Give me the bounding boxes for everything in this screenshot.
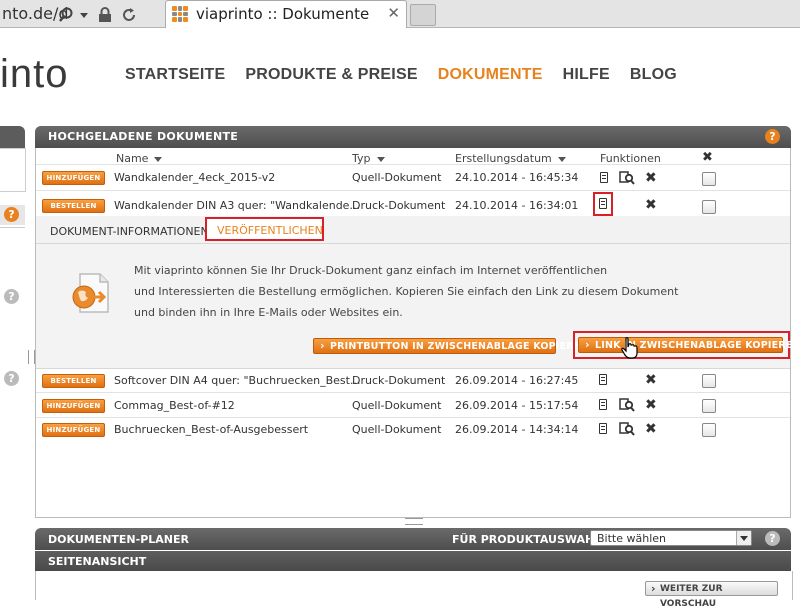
document-name[interactable]: Wandkalender_4eck_2015-v2 — [114, 171, 275, 184]
document-name[interactable]: Wandkalender DIN A3 quer: "Wandkalende..… — [114, 199, 360, 212]
document-date: 24.10.2014 - 16:34:01 — [455, 199, 579, 212]
sidebar-section: ? — [0, 205, 25, 225]
main-nav: STARTSEITE PRODUKTE & PREISE DOKUMENTE H… — [125, 66, 697, 86]
document-info-icon[interactable] — [599, 423, 607, 434]
continue-to-preview-button[interactable]: WEITER ZUR VORSCHAU — [645, 581, 778, 609]
sort-arrow-icon — [557, 156, 566, 162]
delete-icon[interactable]: ✖ — [645, 422, 657, 436]
nav-dokumente[interactable]: DOKUMENTE — [438, 66, 543, 86]
delete-all-icon[interactable]: ✖ — [702, 150, 713, 165]
tab-document-info[interactable]: DOKUMENT-INFORMATIONEN — [50, 225, 209, 238]
publish-description-line1: Mit viaprinto können Sie Ihr Druck-Dokum… — [134, 264, 608, 277]
dropdown-arrow-icon[interactable] — [79, 7, 89, 23]
publish-description-line3: und binden ihn in Ihre E-Mails oder Webs… — [134, 306, 403, 319]
product-select-value: Bitte wählen — [597, 532, 666, 545]
add-button[interactable]: HINZUFÜGEN — [42, 423, 105, 437]
order-button[interactable]: BESTELLEN — [42, 199, 105, 213]
sidebar-header — [0, 126, 25, 148]
delete-icon[interactable]: ✖ — [645, 171, 657, 185]
delete-icon[interactable]: ✖ — [645, 398, 657, 412]
chevron-down-icon — [736, 531, 751, 545]
document-type: Druck-Dokument — [352, 199, 446, 212]
help-icon-sidebar-1[interactable]: ? — [4, 289, 19, 304]
help-icon[interactable]: ? — [765, 129, 780, 144]
new-tab-button[interactable] — [410, 4, 436, 26]
hand-cursor-icon — [621, 337, 638, 359]
panel-title: HOCHGELADENE DOKUMENTE — [48, 130, 239, 143]
preview-search-icon[interactable] — [619, 398, 635, 412]
nav-produkte-preise[interactable]: PRODUKTE & PREISE — [245, 66, 417, 86]
panel-resize-handle[interactable] — [405, 518, 423, 525]
nav-hilfe[interactable]: HILFE — [563, 66, 610, 86]
help-icon[interactable]: ? — [765, 531, 780, 546]
order-button[interactable]: BESTELLEN — [42, 374, 105, 388]
document-type: Druck-Dokument — [352, 374, 446, 387]
document-date: 26.09.2014 - 16:27:45 — [455, 374, 579, 387]
publish-document-icon — [72, 273, 109, 313]
copy-link-button[interactable]: LINK IN ZWISCHENABLAGE KOPIEREN — [578, 337, 800, 353]
sort-arrow-icon — [154, 156, 163, 162]
document-date: 24.10.2014 - 16:45:34 — [455, 171, 579, 184]
preview-search-icon[interactable] — [619, 422, 635, 436]
row-checkbox[interactable] — [702, 399, 716, 413]
document-name[interactable]: Commag_Best-of-#12 — [114, 399, 235, 412]
favicon-icon — [172, 6, 188, 22]
document-type: Quell-Dokument — [352, 423, 442, 436]
row-checkbox[interactable] — [702, 172, 716, 186]
site-logo[interactable]: into — [0, 52, 69, 97]
search-icon[interactable] — [58, 7, 74, 23]
page-view-header — [35, 551, 791, 571]
add-button[interactable]: HINZUFÜGEN — [42, 171, 105, 185]
tab-publish[interactable]: VERÖFFENTLICHEN — [217, 224, 323, 237]
document-date: 26.09.2014 - 14:34:14 — [455, 423, 579, 436]
row-checkbox[interactable] — [702, 200, 716, 214]
document-planner-title: DOKUMENTEN-PLANER — [48, 533, 189, 546]
address-bar[interactable]: nto.de/d — [0, 0, 162, 27]
copy-printbutton-button[interactable]: PRINTBUTTON IN ZWISCHENABLAGE KOPIEREN — [313, 338, 588, 354]
reload-icon[interactable] — [121, 7, 137, 23]
help-icon-sidebar-2[interactable]: ? — [4, 371, 19, 386]
document-type: Quell-Dokument — [352, 171, 442, 184]
lock-icon — [99, 6, 112, 22]
browser-tab[interactable]: viaprinto :: Dokumente ✕ — [165, 0, 407, 28]
product-select[interactable]: Bitte wählen — [590, 530, 752, 546]
tab-title: viaprinto :: Dokumente — [196, 5, 370, 23]
row-checkbox[interactable] — [702, 374, 716, 388]
highlight-box — [593, 192, 613, 216]
add-button[interactable]: HINZUFÜGEN — [42, 399, 105, 413]
publish-description-line2: und Interessierten die Bestellung ermögl… — [134, 285, 679, 298]
document-info-icon[interactable] — [600, 172, 608, 183]
sidebar-box — [0, 148, 26, 192]
panel-splitter-handle[interactable] — [28, 350, 35, 364]
delete-icon[interactable]: ✖ — [645, 198, 657, 212]
nav-blog[interactable]: BLOG — [630, 66, 677, 86]
document-name[interactable]: Buchruecken_Best-of-Ausgebessert — [114, 423, 308, 436]
nav-startseite[interactable]: STARTSEITE — [125, 66, 225, 86]
address-bar-icons — [58, 0, 137, 27]
page-view-title: SEITENANSICHT — [48, 555, 147, 568]
row-checkbox[interactable] — [702, 423, 716, 437]
sidebar-divider — [0, 227, 25, 228]
document-info-icon[interactable] — [599, 374, 607, 385]
document-date: 26.09.2014 - 15:17:54 — [455, 399, 579, 412]
sort-arrow-icon — [376, 156, 385, 162]
document-name[interactable]: Softcover DIN A4 quer: "Buchruecken_Best… — [114, 374, 360, 387]
preview-search-icon[interactable] — [619, 171, 635, 185]
product-selection-label: FÜR PRODUKTAUSWAHL: — [452, 533, 606, 546]
document-type: Quell-Dokument — [352, 399, 442, 412]
close-tab-icon[interactable]: ✕ — [387, 4, 400, 22]
document-info-icon[interactable] — [599, 399, 607, 410]
help-icon[interactable]: ? — [4, 207, 19, 222]
delete-icon[interactable]: ✖ — [645, 373, 657, 387]
